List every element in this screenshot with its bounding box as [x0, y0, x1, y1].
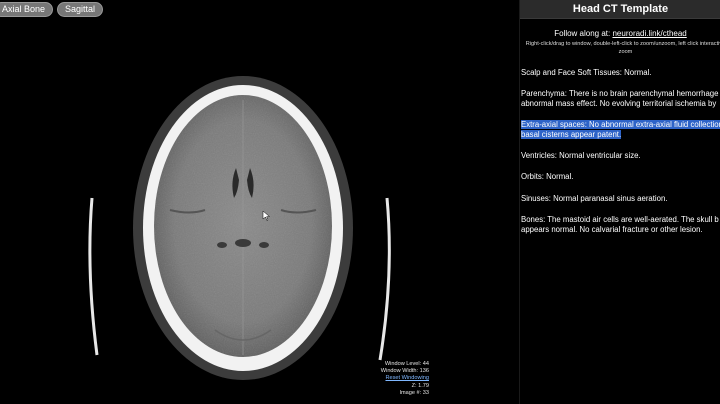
- axial-ct-image[interactable]: [0, 0, 519, 404]
- window-level-text: Window Level: 44: [384, 360, 429, 367]
- panel-title: Head CT Template: [520, 0, 720, 19]
- section-parenchyma[interactable]: Parenchyma: There is no brain parenchyma…: [521, 89, 720, 108]
- section-scalp[interactable]: Scalp and Face Soft Tissues: Normal.: [521, 68, 720, 77]
- section-sinuses[interactable]: Sinuses: Normal paranasal sinus aeration…: [521, 194, 720, 203]
- section-ventricles[interactable]: Ventricles: Normal ventricular size.: [521, 151, 720, 160]
- series-tabs: Axial Bone Sagittal: [0, 2, 104, 17]
- ct-viewer[interactable]: Axial Bone Sagittal Window Level: 44 Win…: [0, 0, 519, 404]
- report-template-panel: Head CT Template Follow along at: neuror…: [519, 0, 720, 404]
- follow-prefix: Follow along at:: [554, 29, 613, 38]
- section-bones[interactable]: Bones: The mastoid air cells are well-ae…: [521, 215, 720, 234]
- selected-text[interactable]: Extra-axial spaces: No abnormal extra-ax…: [521, 120, 720, 139]
- reset-windowing-link[interactable]: Reset Windowing: [381, 375, 429, 382]
- follow-link[interactable]: neuroradi.link/cthead: [612, 29, 686, 38]
- report-text[interactable]: Scalp and Face Soft Tissues: Normal. Par…: [520, 68, 720, 234]
- image-number-text: Image #: 33: [399, 389, 429, 396]
- window-width-text: Window Width: 136: [380, 368, 429, 375]
- usage-hint: Right-click/drag to window, double-left-…: [525, 41, 720, 55]
- section-extra-axial[interactable]: Extra-axial spaces: No abnormal extra-ax…: [521, 120, 720, 139]
- section-orbits[interactable]: Orbits: Normal.: [521, 172, 720, 181]
- z-position-text: Z: 1.79: [411, 382, 429, 389]
- tab-axial-bone[interactable]: Axial Bone: [0, 2, 54, 17]
- window-info-overlay: Window Level: 44 Window Width: 136 Reset…: [381, 361, 429, 397]
- follow-along-line: Follow along at: neuroradi.link/cthead: [520, 29, 720, 38]
- tab-sagittal[interactable]: Sagittal: [57, 2, 104, 17]
